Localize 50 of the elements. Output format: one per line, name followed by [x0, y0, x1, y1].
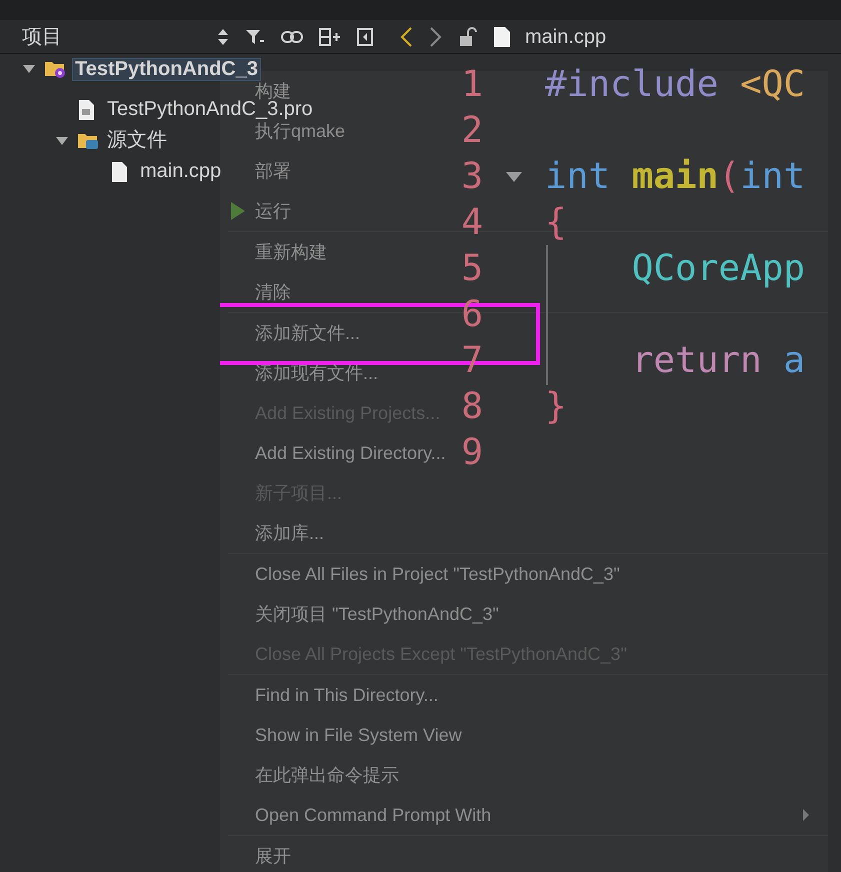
menu-item[interactable]: 展开 — [255, 846, 291, 866]
line-number: 4 — [461, 201, 483, 245]
line-number: 3 — [461, 155, 483, 199]
filter-icon[interactable] — [245, 28, 265, 46]
code-line: #include <QC — [545, 63, 806, 107]
menu-item[interactable]: 构建 — [255, 82, 291, 100]
line-number: 2 — [461, 109, 483, 153]
expand-arrow-icon[interactable] — [55, 136, 69, 146]
menu-item[interactable]: Show in File System View — [255, 726, 462, 744]
menu-item[interactable]: 添加现有文件... — [255, 364, 378, 382]
code-line: return a — [630, 339, 806, 383]
forward-icon[interactable] — [429, 26, 443, 48]
menu-item[interactable]: 重新构建 — [255, 242, 327, 262]
close-sidebar-icon[interactable] — [357, 28, 373, 46]
line-number: 8 — [461, 385, 483, 429]
line-number: 6 — [461, 293, 483, 337]
menu-item[interactable]: Open Command Prompt With — [255, 806, 492, 824]
split-add-icon[interactable] — [319, 28, 341, 46]
line-number: 1 — [461, 63, 483, 107]
tree-item[interactable]: TestPythonAndC_3.pro — [105, 99, 315, 120]
code-line: QCoreApp — [630, 247, 806, 291]
menu-item[interactable]: 运行 — [255, 202, 291, 220]
tree-item[interactable]: main.cpp — [138, 161, 224, 182]
back-icon[interactable] — [399, 26, 413, 48]
file-name: main.cpp — [525, 24, 606, 50]
sort-icon[interactable] — [217, 26, 229, 46]
link-icon[interactable] — [281, 30, 303, 44]
expand-arrow-icon[interactable] — [22, 64, 36, 74]
menu-item[interactable]: 添加新文件... — [255, 324, 360, 342]
tree-item[interactable]: 源文件 — [105, 130, 169, 151]
panel-title: 项目 — [22, 24, 62, 50]
code-line: { — [545, 201, 567, 245]
run-icon[interactable] — [230, 201, 246, 221]
menu-item[interactable]: Add Existing Directory... — [255, 444, 446, 462]
menu-item[interactable]: 部署 — [255, 162, 291, 180]
menu-item[interactable]: 关闭项目 "TestPythonAndC_3" — [255, 604, 499, 624]
menu-item[interactable]: Close All Files in Project "TestPythonAndC_3" — [255, 564, 620, 584]
code-line: } — [545, 385, 567, 429]
menu-item[interactable]: 在此弹出命令提示 — [255, 766, 399, 784]
fold-arrow-icon[interactable] — [505, 171, 523, 183]
menu-item[interactable]: Find in This Directory... — [255, 686, 438, 704]
file-icon — [493, 26, 511, 48]
lock-icon[interactable] — [459, 26, 477, 46]
menu-item[interactable]: 清除 — [255, 282, 291, 302]
code-line: int main(int — [545, 155, 806, 199]
tree-item[interactable]: TestPythonAndC_3 — [72, 58, 261, 80]
menu-item[interactable]: 添加库... — [255, 524, 324, 542]
line-number: 9 — [461, 431, 483, 475]
menu-item[interactable]: 执行qmake — [255, 122, 346, 140]
line-number: 5 — [461, 247, 483, 291]
